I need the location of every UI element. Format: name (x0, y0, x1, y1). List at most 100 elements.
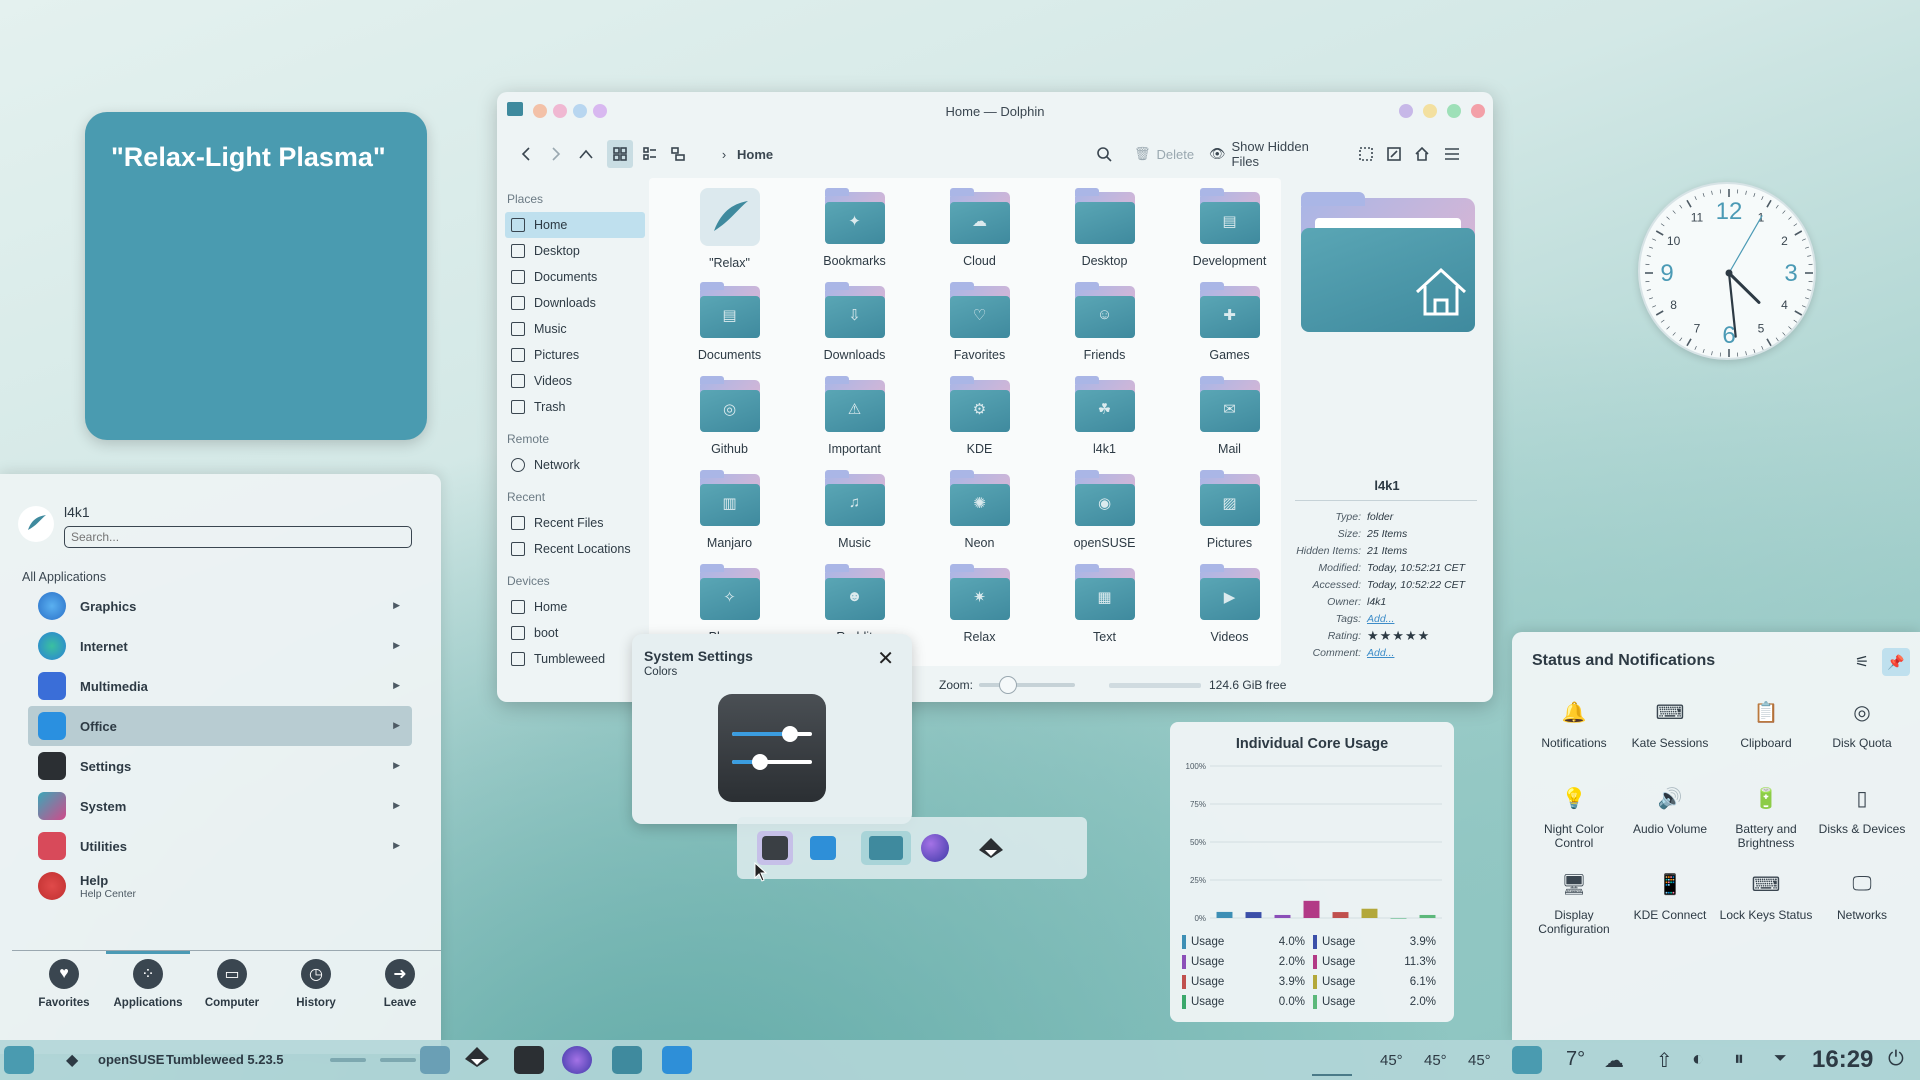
search-button[interactable] (1091, 140, 1117, 168)
sidebar-item-recent-files[interactable]: Recent Files (505, 510, 645, 536)
status-item-night-color-control[interactable]: 💡 Night Color Control (1526, 784, 1622, 870)
sticky-note-widget[interactable]: "Relax-Light Plasma" (85, 112, 427, 440)
file-item[interactable]: ✚ Games (1167, 278, 1292, 372)
cloud-icon[interactable]: ☁ (1604, 1048, 1624, 1073)
category-system[interactable]: System ▶ (28, 786, 412, 826)
core-usage-widget[interactable]: Individual Core Usage 0% 25% 50% 75% 100% Us… (1170, 722, 1454, 1022)
home-icon[interactable] (1409, 140, 1435, 168)
split-view-icon[interactable] (1381, 140, 1407, 168)
icons-view-button[interactable] (607, 140, 633, 168)
compact-view-button[interactable] (637, 140, 663, 168)
sidebar-item-videos[interactable]: Videos (505, 368, 645, 394)
delete-button[interactable]: 🗑 Delete (1129, 140, 1199, 168)
file-item[interactable]: ⚙ KDE (917, 372, 1042, 466)
dolphin-window[interactable]: Home — Dolphin › Home 🗑 Delete 👁 Show Hi… (497, 92, 1493, 702)
select-icon[interactable] (1353, 140, 1379, 168)
sidebar-item-pictures[interactable]: Pictures (505, 342, 645, 368)
dolphin-icon[interactable] (612, 1046, 642, 1074)
firefox-icon[interactable] (562, 1046, 592, 1074)
tab-favorites[interactable]: ♥ Favorites (22, 959, 106, 1023)
status-item-kate-sessions[interactable]: ⌨ Kate Sessions (1622, 698, 1718, 784)
file-item[interactable]: ◎ Github (667, 372, 792, 466)
keep-above-button[interactable] (1399, 104, 1413, 118)
file-item[interactable]: Desktop (1042, 184, 1167, 278)
file-item[interactable]: ♡ Favorites (917, 278, 1042, 372)
file-item[interactable]: ✷ Relax (917, 560, 1042, 654)
clock-time[interactable]: 16:29 (1812, 1046, 1873, 1074)
category-multimedia[interactable]: Multimedia ▶ (28, 666, 412, 706)
status-item-kde-connect[interactable]: 📱 KDE Connect (1622, 870, 1718, 956)
status-item-disks-devices[interactable]: ▯ Disks & Devices (1814, 784, 1910, 870)
tab-leave[interactable]: ➜ Leave (358, 959, 442, 1023)
show-hidden-files-button[interactable]: 👁 Show Hidden Files (1209, 139, 1335, 169)
forward-button[interactable] (543, 140, 569, 168)
firefox-task-icon[interactable] (917, 831, 953, 865)
tray-expander-icon[interactable]: ⏷ (1774, 1050, 1787, 1068)
volume-bar[interactable] (330, 1058, 366, 1062)
add-link[interactable]: Add... (1367, 613, 1394, 625)
sidebar-item-home[interactable]: Home (505, 212, 645, 238)
close-icon[interactable]: ✕ (877, 646, 894, 671)
status-item-audio-volume[interactable]: 🔊 Audio Volume (1622, 784, 1718, 870)
file-item[interactable]: ▥ Manjaro (667, 466, 792, 560)
avatar[interactable] (18, 506, 54, 542)
system-settings-task-icon[interactable] (757, 831, 793, 865)
relax-theme-icon[interactable] (1512, 1046, 1542, 1074)
file-item[interactable]: ☘ l4k1 (1042, 372, 1167, 466)
minimize-button[interactable] (1423, 104, 1437, 118)
search-input[interactable] (64, 526, 412, 548)
tab-applications[interactable]: ⁘ Applications (106, 951, 190, 1015)
add-link[interactable]: Add... (1367, 647, 1394, 659)
zoom-slider[interactable] (979, 676, 1075, 694)
file-item[interactable]: ▦ Text (1042, 560, 1167, 654)
maximize-button[interactable] (1447, 104, 1461, 118)
brightness-bar[interactable] (380, 1058, 416, 1062)
zoom-slider-handle[interactable] (999, 676, 1017, 694)
sidebar-item-device-home[interactable]: Home (505, 594, 645, 620)
back-button[interactable] (513, 140, 539, 168)
breadcrumb-home[interactable]: Home (737, 140, 773, 168)
status-item-lock-keys-status[interactable]: ⌨ Lock Keys Status (1718, 870, 1814, 956)
file-item[interactable]: ✦ Bookmarks (792, 184, 917, 278)
tab-computer[interactable]: ▭ Computer (190, 959, 274, 1023)
file-item[interactable]: ▤ Documents (667, 278, 792, 372)
sidebar-item-recent-locations[interactable]: Recent Locations (505, 536, 645, 562)
file-item[interactable]: ✉ Mail (1167, 372, 1292, 466)
power-icon[interactable]: ⏻ (1888, 1048, 1904, 1071)
sidebar-item-network[interactable]: Network (505, 452, 645, 478)
status-item-battery-and-brightness[interactable]: 🔋 Battery and Brightness (1718, 784, 1814, 870)
titlebar[interactable]: Home — Dolphin (497, 92, 1493, 132)
file-item[interactable]: ✺ Neon (917, 466, 1042, 560)
status-item-networks[interactable]: 🖵 Networks (1814, 870, 1910, 956)
file-view[interactable]: "Relax" ✦ Bookmarks ☁ Cloud Desktop ▤ Developme… (649, 178, 1281, 666)
category-settings[interactable]: Settings ▶ (28, 746, 412, 786)
sidebar-item-music[interactable]: Music (505, 316, 645, 342)
file-item[interactable]: ☺ Friends (1042, 278, 1167, 372)
category-utilities[interactable]: Utilities ▶ (28, 826, 412, 866)
file-item[interactable]: ⚠ Important (792, 372, 917, 466)
configure-icon[interactable]: ⚟ (1848, 648, 1876, 676)
file-item[interactable]: ▨ Pictures (1167, 466, 1292, 560)
file-item[interactable]: ♫ Music (792, 466, 917, 560)
category-graphics[interactable]: Graphics ▶ (28, 586, 412, 626)
up-button[interactable] (573, 140, 599, 168)
hamburger-menu-icon[interactable] (1439, 140, 1465, 168)
dolphin-task-icon[interactable] (861, 831, 911, 865)
category-office[interactable]: Office ▶ (28, 706, 412, 746)
file-item[interactable]: ◉ openSUSE (1042, 466, 1167, 560)
sidebar-item-boot[interactable]: boot (505, 620, 645, 646)
category-help[interactable]: Help Help Center (28, 866, 412, 906)
file-item[interactable]: "Relax" (667, 184, 792, 278)
sidebar-item-downloads[interactable]: Downloads (505, 290, 645, 316)
system-settings-icon[interactable] (514, 1046, 544, 1074)
status-item-notifications[interactable]: 🔔 Notifications (1526, 698, 1622, 784)
status-item-disk-quota[interactable]: ◎ Disk Quota (1814, 698, 1910, 784)
update-icon[interactable]: ⇧ (1656, 1048, 1673, 1073)
details-view-button[interactable] (665, 140, 691, 168)
file-item[interactable]: ☁ Cloud (917, 184, 1042, 278)
status-item-display-configuration[interactable]: 🖥 Display Configuration (1526, 870, 1622, 956)
pin-icon[interactable]: 📌 (1882, 648, 1910, 676)
discover-task-icon[interactable] (805, 831, 841, 865)
sidebar-item-trash[interactable]: Trash (505, 394, 645, 420)
analog-clock-widget[interactable]: 121234567891011 (1638, 182, 1816, 360)
